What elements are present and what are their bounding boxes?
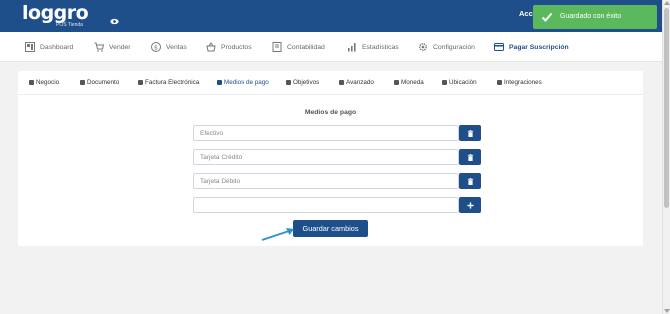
basket-icon xyxy=(206,42,216,52)
eye-icon[interactable] xyxy=(110,18,119,25)
section-title: Medios de pago xyxy=(304,109,357,116)
tab-factura-electronica[interactable]: Factura Electrónica xyxy=(138,79,199,86)
tab-label: Medios de pago xyxy=(224,79,269,86)
tab-label: Documento xyxy=(87,79,120,86)
toast-message: Guardado con éxito xyxy=(560,13,622,20)
gear-icon xyxy=(419,43,427,51)
nav-label-productos: Productos xyxy=(221,43,252,51)
new-payment-method-row xyxy=(193,197,482,213)
cart-icon xyxy=(94,42,104,52)
target-icon xyxy=(286,80,291,85)
scroll-thumb[interactable] xyxy=(664,8,669,208)
payment-method-row xyxy=(193,125,482,141)
tab-label: Moneda xyxy=(401,79,424,86)
scrollbar[interactable] xyxy=(662,0,670,314)
tab-avanzado[interactable]: Avanzado xyxy=(339,79,374,86)
map-icon xyxy=(442,80,447,85)
add-payment-method-button[interactable] xyxy=(459,197,481,213)
tab-label: Objetivos xyxy=(293,79,320,86)
nav-item-ventas[interactable]: $ Ventas xyxy=(151,32,187,62)
nav-label-contabilidad: Contabilidad xyxy=(287,43,325,51)
nav-item-productos[interactable]: Productos xyxy=(206,32,252,62)
success-toast: Guardado con éxito xyxy=(533,5,657,29)
save-changes-button[interactable]: Guardar cambios xyxy=(293,220,368,237)
tab-medios-de-pago[interactable]: Medios de pago xyxy=(217,79,269,86)
payment-method-input[interactable] xyxy=(193,125,459,141)
settings-card: Negocio Documento Factura Electrónica Me… xyxy=(18,71,643,246)
invoice-icon xyxy=(138,80,143,85)
scroll-down-arrow-icon[interactable] xyxy=(664,309,670,313)
nav-item-pagar-suscripcion[interactable]: Pagar Suscripción xyxy=(494,32,569,62)
delete-payment-method-button[interactable] xyxy=(459,125,481,141)
check-icon xyxy=(541,12,553,22)
annotation-arrow xyxy=(261,228,294,241)
main-nav: Dashboard Vender $ Ventas Productos Cont… xyxy=(0,32,662,62)
payment-method-row xyxy=(193,173,482,189)
tab-label: Negocio xyxy=(36,79,60,86)
dashboard-icon xyxy=(25,42,35,52)
bar-chart-icon xyxy=(348,43,356,52)
logo[interactable]: loggro POS Tienda xyxy=(22,2,102,28)
nav-item-contabilidad[interactable]: Contabilidad xyxy=(272,32,325,62)
nav-label-dashboard: Dashboard xyxy=(40,43,74,51)
nav-label-ventas: Ventas xyxy=(166,43,187,51)
payment-method-input[interactable] xyxy=(193,173,459,189)
document-icon xyxy=(80,80,85,85)
tab-label: Ubicación xyxy=(449,79,477,86)
credit-card-icon xyxy=(494,43,504,51)
tab-documento[interactable]: Documento xyxy=(80,79,119,86)
trash-icon xyxy=(467,177,473,185)
tab-label: Integraciones xyxy=(504,79,542,86)
payment-method-input[interactable] xyxy=(193,149,459,165)
tab-label: Avanzado xyxy=(346,79,374,86)
ledger-icon xyxy=(272,42,282,52)
nav-item-configuracion[interactable]: Configuración xyxy=(418,32,475,62)
delete-payment-method-button[interactable] xyxy=(459,149,481,165)
tab-integraciones[interactable]: Integraciones xyxy=(497,79,542,86)
store-icon xyxy=(29,80,34,85)
scroll-up-arrow-icon[interactable] xyxy=(664,1,670,5)
delete-payment-method-button[interactable] xyxy=(459,173,481,189)
plus-icon xyxy=(466,201,474,209)
nav-label-configuracion: Configuración xyxy=(433,43,475,51)
nav-item-dashboard[interactable]: Dashboard xyxy=(25,32,73,62)
logo-text: loggro xyxy=(22,2,89,24)
tab-objetivos[interactable]: Objetivos xyxy=(286,79,319,86)
nav-label-estadisticas: Estadísticas xyxy=(362,43,399,51)
dollar-icon: $ xyxy=(151,42,161,52)
bell-icon xyxy=(339,80,344,85)
tab-negocio[interactable]: Negocio xyxy=(29,79,59,86)
tab-moneda[interactable]: Moneda xyxy=(394,79,424,86)
logo-subtitle: POS Tienda xyxy=(56,22,83,28)
nav-label-vender: Vender xyxy=(109,43,131,51)
trash-icon xyxy=(467,129,473,137)
new-payment-method-input[interactable] xyxy=(193,197,459,213)
tab-ubicacion[interactable]: Ubicación xyxy=(442,79,477,86)
nav-item-vender[interactable]: Vender xyxy=(94,32,131,62)
settings-tabs: Negocio Documento Factura Electrónica Me… xyxy=(18,71,643,95)
tab-label: Factura Electrónica xyxy=(145,79,200,86)
nav-label-pagar-suscripcion: Pagar Suscripción xyxy=(509,43,569,51)
link-icon xyxy=(497,80,502,85)
svg-text:$: $ xyxy=(154,44,158,52)
currency-icon xyxy=(394,80,399,85)
trash-icon xyxy=(467,153,473,161)
payment-method-row xyxy=(193,149,482,165)
payment-icon xyxy=(217,80,222,85)
nav-item-estadisticas[interactable]: Estadísticas xyxy=(347,32,399,62)
